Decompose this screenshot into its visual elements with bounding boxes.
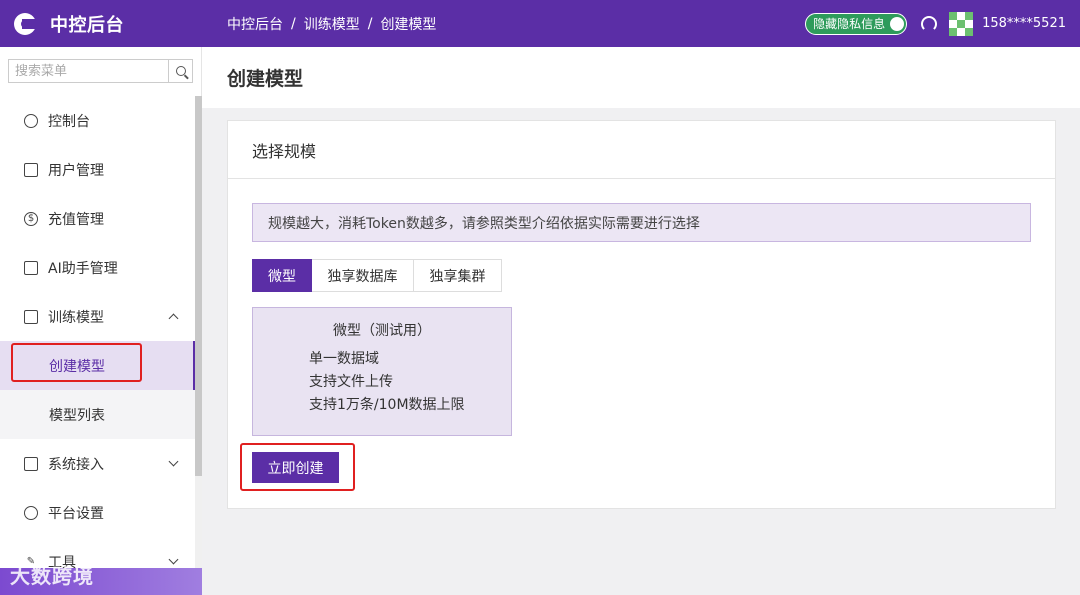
privacy-toggle-label: 隐藏隐私信息 (813, 17, 886, 31)
create-now-button[interactable]: 立即创建 (252, 452, 339, 483)
tier-feature: 支持1万条/10M数据上限 (309, 397, 465, 413)
avatar[interactable] (949, 11, 974, 36)
sidebar-item-label: 充值管理 (48, 211, 104, 228)
notice-banner: 规模越大，消耗Token数越多，请参照类型介绍依据实际需要进行选择 (252, 203, 1031, 242)
sidebar-item-label: 平台设置 (48, 505, 104, 522)
sidebar-item-label: 控制台 (48, 113, 90, 130)
menu-search (8, 59, 193, 83)
page-header: 创建模型 (202, 47, 1080, 108)
search-icon (175, 66, 186, 76)
tab-label: 独享集群 (429, 268, 486, 285)
grid-icon (24, 456, 38, 471)
sidebar-item-label: 用户管理 (48, 162, 104, 179)
scrollbar-thumb[interactable] (195, 96, 202, 476)
sidebar: 控制台 用户管理 $ 充值管理 AI助手管理 训练模型 创建模型 模型列表 (0, 47, 202, 595)
breadcrumb-current: 创建模型 (380, 16, 437, 33)
search-button[interactable] (168, 60, 192, 82)
sidebar-item-label: 训练模型 (48, 309, 104, 326)
sidebar-item-label: 创建模型 (49, 358, 105, 375)
tab-label: 微型 (268, 268, 296, 285)
sidebar-item-users[interactable]: 用户管理 (0, 145, 195, 194)
tab-label: 独享数据库 (327, 268, 398, 285)
scale-tabs: 微型 独享数据库 独享集群 (252, 259, 502, 292)
card-title: 选择规模 (228, 121, 1055, 179)
sidebar-item-label: 模型列表 (49, 407, 105, 424)
top-header: 中控后台 中控后台 / 训练模型 / 创建模型 隐藏隐私信息 158****55… (0, 0, 1080, 47)
notice-text: 规模越大，消耗Token数越多，请参照类型介绍依据实际需要进行选择 (268, 215, 700, 232)
sidebar-item-dashboard[interactable]: 控制台 (0, 96, 195, 145)
assistant-icon (24, 260, 38, 275)
breadcrumb: 中控后台 / 训练模型 / 创建模型 (227, 14, 436, 34)
list-icon (24, 309, 38, 324)
page-title: 创建模型 (227, 68, 304, 90)
dollar-icon: $ (24, 211, 38, 226)
sidebar-item-platform-settings[interactable]: 平台设置 (0, 488, 195, 537)
chevron-up-icon (168, 313, 179, 324)
tab-dedicated-database[interactable]: 独享数据库 (312, 259, 414, 292)
sidebar-item-training-model[interactable]: 训练模型 (0, 292, 195, 341)
headset-icon[interactable] (921, 15, 938, 32)
training-submenu: 创建模型 模型列表 (0, 341, 195, 439)
sidebar-item-create-model[interactable]: 创建模型 (0, 341, 195, 390)
breadcrumb-item[interactable]: 中控后台 (227, 14, 283, 34)
privacy-toggle[interactable]: 隐藏隐私信息 (805, 12, 908, 35)
sidebar-item-label: 系统接入 (48, 456, 104, 473)
chevron-down-icon (168, 554, 179, 565)
sidebar-item-model-list[interactable]: 模型列表 (0, 390, 195, 439)
chevron-down-icon (168, 456, 179, 467)
dashboard-icon (24, 113, 38, 128)
tier-feature: 单一数据域 (309, 351, 379, 367)
logo[interactable]: 中控后台 (0, 0, 202, 47)
tier-feature-list: 单一数据域 支持文件上传 支持1万条/10M数据上限 (253, 348, 511, 417)
tier-title: 微型（测试用） (333, 323, 431, 339)
sidebar-item-recharge[interactable]: $ 充值管理 (0, 194, 195, 243)
breadcrumb-item[interactable]: 训练模型 (304, 14, 360, 34)
tab-dedicated-cluster[interactable]: 独享集群 (414, 259, 502, 292)
breadcrumb-separator: / (367, 15, 373, 32)
breadcrumb-separator: / (291, 15, 296, 32)
sidebar-item-label: AI助手管理 (48, 260, 118, 277)
logo-icon (14, 12, 36, 35)
sidebar-menu: 控制台 用户管理 $ 充值管理 AI助手管理 训练模型 创建模型 模型列表 系统… (0, 96, 195, 586)
id-card-icon (24, 162, 38, 177)
user-phone[interactable]: 158****5521 (982, 16, 1066, 31)
tab-micro[interactable]: 微型 (252, 259, 312, 292)
sidebar-footer: 大数跨境 (0, 564, 202, 595)
model-scale-card: 选择规模 规模越大，消耗Token数越多，请参照类型介绍依据实际需要进行选择 微… (227, 120, 1056, 509)
sidebar-scrollbar[interactable] (195, 96, 202, 595)
search-input[interactable] (9, 60, 168, 82)
gear-icon (24, 505, 38, 520)
sidebar-item-system-access[interactable]: 系统接入 (0, 439, 195, 488)
tier-feature: 支持文件上传 (309, 374, 393, 390)
tier-description-card: 微型（测试用） 单一数据域 支持文件上传 支持1万条/10M数据上限 (252, 307, 512, 436)
toggle-knob (890, 16, 905, 31)
app-title: 中控后台 (50, 14, 124, 36)
sidebar-item-ai-assistant[interactable]: AI助手管理 (0, 243, 195, 292)
watermark: 大数跨境 (10, 564, 94, 588)
